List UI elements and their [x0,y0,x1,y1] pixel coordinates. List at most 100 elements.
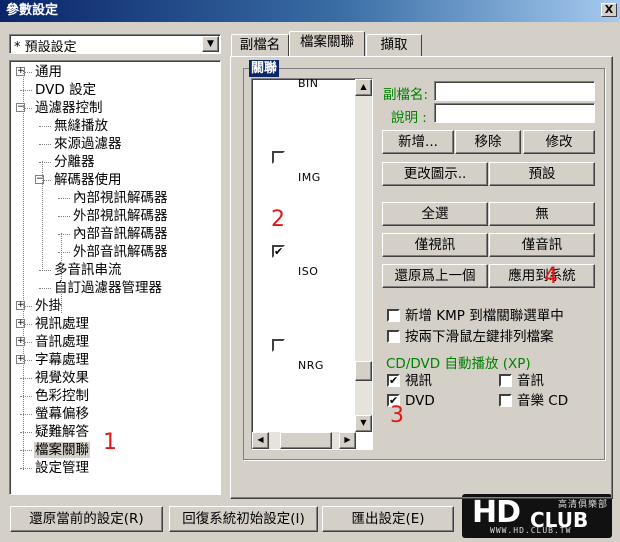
horizontal-scrollbar[interactable]: ◀ ▶ [252,432,356,449]
drag-sort-checkbox[interactable] [387,329,400,343]
tree-item-label: 視訊處理 [35,316,89,332]
tree-connector [58,198,70,199]
tree-item[interactable]: 視訊處理 [34,315,90,333]
tree-item[interactable]: 外部視訊解碼器 [72,207,169,225]
scroll-down-icon[interactable]: ▼ [355,415,372,432]
tab-capture[interactable]: 擷取 [366,34,422,56]
tree-item[interactable]: 外部音訊解碼器 [72,243,169,261]
change-icon-button[interactable]: 更改圖示.. [382,162,488,186]
close-icon: X [604,3,614,16]
tree-item-label: 設定管理 [35,460,89,476]
drag-sort-option[interactable]: 按兩下滑鼠左鍵排列檔案 [387,328,554,346]
scroll-thumb[interactable] [355,361,372,381]
add-kmp-menu-checkbox[interactable] [387,308,400,322]
tree-item[interactable]: 自訂過濾器管理器 [53,279,163,297]
tree-connector [58,252,70,253]
restore-previous-button[interactable]: 還原爲上一個 [382,264,488,288]
autoplay-audio-checkbox[interactable] [499,373,512,387]
tree-connector [20,468,32,469]
tree-item[interactable]: 分離器 [53,153,96,171]
tree-item-label: 來源過濾器 [54,136,122,152]
modify-button[interactable]: 修改 [523,130,595,154]
tree-item-label: 螢幕偏移 [35,406,89,422]
tree-connector [20,414,32,415]
scroll-up-icon[interactable]: ▲ [355,79,372,96]
tree-guide-line [23,70,24,470]
tree-item-label: 內部音訊解碼器 [73,226,168,242]
preset-select[interactable]: * 預設設定 ▼ [9,34,221,55]
close-button[interactable]: X [601,3,617,17]
tree-item[interactable]: 色彩控制 [34,387,90,405]
restore-initial-settings-button[interactable]: 回復系統初始設定(I) [169,506,318,532]
select-none-button[interactable]: 無 [489,202,595,226]
tree-item[interactable]: 無縫播放 [53,117,109,135]
window-title: 參數設定 [6,3,59,18]
tree-connector [39,144,51,145]
apply-to-system-button[interactable]: 應用到系統 [489,264,595,288]
tree-connector [20,90,32,91]
audio-only-button[interactable]: 僅音訊 [489,233,595,257]
type-checkbox[interactable] [272,339,285,352]
autoplay-music-cd-option[interactable]: 音樂 CD [499,392,568,410]
vertical-scrollbar[interactable]: ▲ ▼ [355,79,372,432]
tree-item-label: 多音訊串流 [54,262,122,278]
autoplay-video-checkbox[interactable]: ✔ [387,373,400,387]
type-label: BIN [298,78,319,90]
tree-item[interactable]: 字幕處理 [34,351,90,369]
tree-item[interactable]: 內部視訊解碼器 [72,189,169,207]
export-settings-button[interactable]: 匯出設定(E) [322,506,454,532]
tree-item[interactable]: 視覺效果 [34,369,90,387]
restore-current-settings-button[interactable]: 還原當前的設定(R) [10,506,163,532]
tree-item[interactable]: 解碼器使用 [53,171,123,189]
file-type-list[interactable]: BIN IMG ✔ ISO NRG ▲ ▼ ◀ ▶ [251,78,373,450]
extension-label: 副檔名: [383,87,429,103]
tree-item[interactable]: 外掛 [34,297,63,315]
remove-button[interactable]: 移除 [455,130,521,154]
scroll-right-icon[interactable]: ▶ [339,432,356,449]
autoplay-music-cd-checkbox[interactable] [499,393,512,407]
tree-item-label: 視覺效果 [35,370,89,386]
tree-item-label: 分離器 [54,154,95,170]
tree-item-label: 字幕處理 [35,352,89,368]
tree-item[interactable]: 設定管理 [34,459,90,477]
add-kmp-menu-option[interactable]: 新增 KMP 到檔關聯選單中 [387,307,564,325]
tree-item[interactable]: 疑難解答 [34,423,90,441]
type-checkbox[interactable] [272,151,285,164]
tree-connector [39,162,51,163]
tree-item-label: DVD 設定 [35,82,97,98]
annotation-number: 1 [103,430,117,455]
tree-connector [20,450,32,451]
tree-guide-line [42,161,43,271]
tab-file-association[interactable]: 檔案關聯 [289,31,365,56]
description-input[interactable] [434,103,595,123]
tree-item-label: 過濾器控制 [35,100,103,116]
tree-item[interactable]: 來源過濾器 [53,135,123,153]
tree-item[interactable]: 過濾器控制 [34,99,104,117]
scroll-thumb-horizontal[interactable] [280,432,332,449]
autoplay-video-option[interactable]: ✔ 視訊 [387,372,432,390]
association-group-label: 關聯 [249,60,280,77]
tree-item-label: 外部音訊解碼器 [73,244,168,260]
extension-input[interactable] [434,81,595,101]
video-only-button[interactable]: 僅視訊 [382,233,488,257]
tree-item[interactable]: 多音訊串流 [53,261,123,279]
tab-extensions[interactable]: 副檔名 [231,34,289,56]
annotation-number: 4 [544,264,558,289]
window-title-bar[interactable]: 參數設定 X [0,0,620,22]
tree-connector [20,432,32,433]
tree-item[interactable]: 螢幕偏移 [34,405,90,423]
tree-item[interactable]: 檔案關聯 [34,441,90,459]
scroll-left-icon[interactable]: ◀ [252,432,269,449]
tree-item[interactable]: 內部音訊解碼器 [72,225,169,243]
default-button[interactable]: 預設 [489,162,595,186]
tree-connector [58,234,70,235]
chevron-down-icon[interactable]: ▼ [202,36,219,52]
select-all-button[interactable]: 全選 [382,202,488,226]
tree-item[interactable]: 音訊處理 [34,333,90,351]
autoplay-audio-option[interactable]: 音訊 [499,372,544,390]
tree-item[interactable]: DVD 設定 [34,81,97,99]
tree-item[interactable]: 通用 [34,63,63,81]
add-button[interactable]: 新增... [382,130,454,154]
annotation-number: 3 [390,403,404,428]
type-checkbox[interactable]: ✔ [272,245,285,258]
